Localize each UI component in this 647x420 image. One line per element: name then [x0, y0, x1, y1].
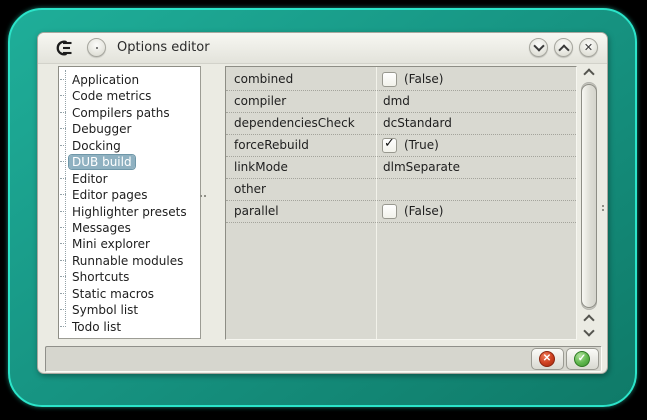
sidebar-item-label: Docking	[72, 138, 121, 153]
checkbox[interactable]	[382, 204, 397, 219]
category-list: Application Code metrics Compilers paths De…	[58, 66, 201, 339]
accept-button[interactable]: ✓	[566, 348, 599, 370]
property-row[interactable]: dependenciesCheck dcStandard	[226, 113, 576, 135]
window-menu-button[interactable]	[87, 38, 106, 57]
splitter-handle[interactable]	[200, 195, 209, 198]
sidebar-item-editor[interactable]: Editor	[59, 171, 200, 187]
property-name: combined	[234, 72, 294, 86]
sidebar-item-docking[interactable]: Docking	[59, 138, 200, 154]
grid-scrollbar[interactable]	[579, 66, 599, 340]
sidebar-item-debugger[interactable]: Debugger	[59, 121, 200, 137]
checkmark-icon: ✓	[384, 136, 395, 151]
titlebar[interactable]: Options editor ✕	[38, 33, 607, 64]
property-name: linkMode	[234, 160, 288, 174]
sidebar-item-label: Highlighter presets	[72, 204, 187, 219]
green-check-icon: ✓	[574, 351, 590, 367]
sidebar-item-label: Application	[72, 73, 140, 87]
close-icon: ✕	[583, 41, 594, 54]
sidebar-item-messages[interactable]: Messages	[59, 220, 200, 236]
sidebar-item-label: Runnable modules	[72, 253, 184, 268]
chevron-up-icon	[583, 314, 595, 326]
sidebar-item-label: Messages	[72, 220, 131, 235]
property-grid: combined (False) compiler dmd dependenciesCh…	[225, 66, 577, 340]
sidebar-item-code-metrics[interactable]: Code metrics	[59, 88, 200, 104]
property-name: compiler	[234, 94, 287, 108]
chevron-up-icon	[558, 44, 570, 56]
sidebar-item-static-macros[interactable]: Static macros	[59, 286, 200, 302]
sidebar-item-label: Editor pages	[72, 188, 148, 203]
property-value: dlmSeparate	[377, 157, 576, 178]
property-row[interactable]: combined (False)	[226, 69, 576, 91]
checkbox[interactable]: ✓	[382, 136, 397, 153]
options-editor-window: Options editor ✕ Application Code metrics…	[37, 32, 608, 374]
property-value: (False)	[377, 69, 576, 90]
chevron-up-icon	[583, 68, 595, 80]
property-row[interactable]: forceRebuild ✓ (True)	[226, 135, 576, 157]
sidebar-item-label: Code metrics	[72, 89, 152, 104]
red-cross-icon: ✕	[539, 351, 555, 367]
property-rows: combined (False) compiler dmd dependenciesCh…	[226, 69, 576, 223]
checkbox[interactable]	[382, 72, 397, 87]
sidebar-item-label: Static macros	[72, 286, 155, 301]
sidebar-item-symbol-list[interactable]: Symbol list	[59, 302, 200, 318]
coedit-logo-icon	[55, 40, 72, 56]
scrollbar-thumb[interactable]	[581, 84, 597, 308]
maximize-button[interactable]	[554, 38, 573, 57]
property-value-text: dmd	[383, 94, 410, 108]
property-value-text: dcStandard	[383, 116, 452, 130]
right-splitter-handle[interactable]	[602, 205, 605, 215]
property-name: parallel	[234, 204, 279, 218]
scroll-up-button-bottom[interactable]	[579, 312, 599, 326]
property-name: forceRebuild	[234, 138, 309, 152]
sidebar-item-label: Todo list	[72, 319, 122, 334]
sidebar-item-label: Compilers paths	[72, 105, 170, 120]
property-value-text: (True)	[404, 138, 439, 152]
sidebar-item-label: Shortcuts	[72, 270, 130, 285]
chevron-down-icon	[583, 325, 595, 337]
footer-bar: ✕ ✓	[45, 346, 602, 372]
property-value: dcStandard	[377, 113, 576, 134]
close-button[interactable]: ✕	[579, 38, 598, 57]
property-row[interactable]: linkMode dlmSeparate	[226, 157, 576, 179]
property-row[interactable]: compiler dmd	[226, 91, 576, 113]
property-row[interactable]: other	[226, 179, 576, 201]
sidebar-item-label: DUB build	[69, 155, 135, 170]
scroll-down-button[interactable]	[579, 325, 599, 340]
sidebar-item-dub-build[interactable]: DUB build	[59, 154, 200, 170]
minimize-button[interactable]	[529, 38, 548, 57]
chevron-down-icon	[533, 40, 545, 52]
cancel-button[interactable]: ✕	[531, 348, 564, 370]
property-name: dependenciesCheck	[234, 116, 355, 130]
property-value-text: dlmSeparate	[383, 160, 460, 174]
sidebar-item-label: Debugger	[72, 122, 132, 137]
sidebar-item-editor-pages[interactable]: Editor pages	[59, 187, 200, 203]
sidebar-item-label: Editor	[72, 171, 108, 186]
sidebar-item-todo-list[interactable]: Todo list	[59, 319, 200, 335]
property-row[interactable]: parallel (False)	[226, 201, 576, 223]
property-value	[377, 179, 576, 200]
sidebar-item-mini-explorer[interactable]: Mini explorer	[59, 236, 200, 252]
property-value-text: (False)	[404, 204, 444, 218]
sidebar-item-shortcuts[interactable]: Shortcuts	[59, 269, 200, 285]
sidebar-item-label: Mini explorer	[72, 237, 150, 252]
category-list-items: Application Code metrics Compilers paths De…	[59, 67, 200, 335]
property-name: other	[234, 182, 266, 196]
window-title: Options editor	[117, 40, 210, 55]
sidebar-item-application[interactable]: Application	[59, 72, 200, 88]
sidebar-item-highlighter-presets[interactable]: Highlighter presets	[59, 204, 200, 220]
sidebar-item-runnable-modules[interactable]: Runnable modules	[59, 253, 200, 269]
sidebar-item-compilers-paths[interactable]: Compilers paths	[59, 105, 200, 121]
property-value: dmd	[377, 91, 576, 112]
property-value: (False)	[377, 201, 576, 222]
property-value-text: (False)	[404, 72, 444, 86]
scroll-up-button[interactable]	[579, 66, 599, 80]
property-value: ✓ (True)	[377, 135, 576, 156]
sidebar-item-label: Symbol list	[72, 303, 139, 318]
